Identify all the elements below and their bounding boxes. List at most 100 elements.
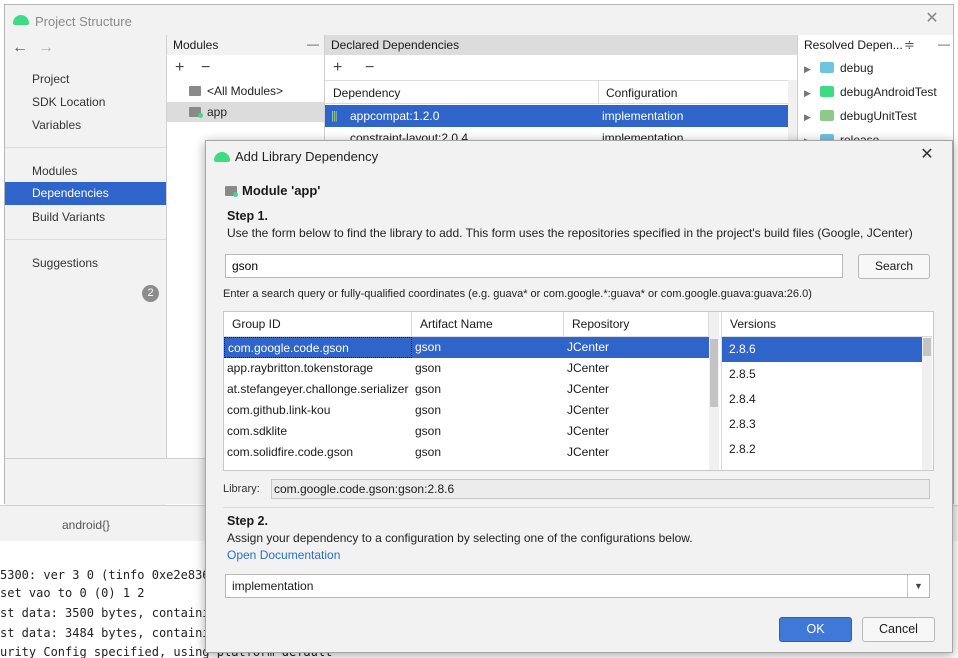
- cell-artifact: gson: [415, 445, 442, 459]
- add-module-icon[interactable]: +: [175, 60, 184, 76]
- column-versions: Versions: [722, 312, 932, 337]
- step2-title: Step 2.: [227, 514, 268, 528]
- version-item[interactable]: 2.8.6: [722, 337, 922, 362]
- expand-icon[interactable]: ▶: [804, 83, 820, 103]
- dependency-name: appcompat:1.2.0: [350, 109, 440, 123]
- search-button[interactable]: Search: [858, 254, 930, 279]
- version-item[interactable]: 2.8.2: [722, 437, 922, 462]
- close-icon[interactable]: ✕: [923, 10, 941, 28]
- chevron-down-icon[interactable]: ▼: [907, 575, 929, 597]
- resolved-header: Resolved Depen...: [798, 35, 953, 55]
- expand-icon[interactable]: ▶: [804, 59, 820, 79]
- collapse-all-icon[interactable]: ≑: [904, 37, 915, 53]
- back-arrow-icon[interactable]: ←: [12, 39, 28, 57]
- column-dependency[interactable]: Dependency: [333, 86, 400, 100]
- dependencies-column-headers: Dependency Configuration: [325, 80, 788, 104]
- expand-icon[interactable]: ▶: [804, 107, 820, 127]
- step1-title: Step 1.: [227, 209, 268, 223]
- suggestions-count-badge: 2: [142, 285, 159, 302]
- window-titlebar[interactable]: Project Structure ✕: [5, 5, 953, 35]
- variant-debug[interactable]: ▶ debug: [804, 58, 873, 78]
- scrollbar[interactable]: [922, 337, 932, 470]
- divider: [5, 239, 166, 240]
- module-icon: [189, 86, 201, 96]
- search-results: Group ID Artifact Name Repository com.go…: [223, 311, 934, 471]
- sidebar-item-build-variants[interactable]: Build Variants: [5, 206, 166, 229]
- forward-arrow-icon[interactable]: →: [38, 39, 54, 57]
- search-input[interactable]: [225, 254, 843, 278]
- ok-button[interactable]: OK: [779, 617, 852, 642]
- scrollbar-thumb[interactable]: [710, 339, 718, 407]
- sidebar-item-variables[interactable]: Variables: [5, 114, 166, 137]
- library-coordinates-field[interactable]: com.google.code.gson:gson:2.8.6: [271, 479, 930, 499]
- versions-list: Versions 2.8.6 2.8.5 2.8.4 2.8.3 2.8.2: [721, 312, 933, 470]
- version-item[interactable]: 2.8.4: [722, 387, 922, 412]
- android-dot-icon: [198, 113, 203, 118]
- folder-icon: [820, 86, 834, 97]
- variant-debug-android-test[interactable]: ▶ debugAndroidTest: [804, 82, 937, 102]
- minimize-icon[interactable]: —: [938, 37, 950, 51]
- cell-repository: JCenter: [567, 445, 610, 459]
- module-item-app[interactable]: app: [167, 102, 324, 122]
- table-row[interactable]: com.github.link-kou gson JCenter: [224, 400, 709, 421]
- column-group-id[interactable]: Group ID: [224, 312, 412, 337]
- minimize-icon[interactable]: —: [307, 37, 319, 51]
- column-repository[interactable]: Repository: [564, 312, 709, 337]
- android-dot-icon: [233, 192, 238, 197]
- library-table: Group ID Artifact Name Repository com.go…: [224, 312, 709, 470]
- add-library-dependency-dialog: Add Library Dependency ✕ Module 'app' St…: [205, 140, 953, 653]
- sidebar-item-suggestions[interactable]: Suggestions: [5, 252, 166, 275]
- divider: [223, 507, 934, 508]
- cell-artifact: gson: [415, 424, 442, 438]
- breadcrumb-android[interactable]: android{}: [62, 518, 110, 532]
- console-line: set vao to 0 (0) 1 2: [0, 586, 145, 600]
- variant-debug-unit-test[interactable]: ▶ debugUnitTest: [804, 106, 917, 126]
- folder-icon: [820, 110, 834, 121]
- dependency-configuration: implementation: [602, 109, 684, 123]
- table-row[interactable]: ||| appcompat:1.2.0 implementation: [325, 105, 788, 127]
- version-item[interactable]: 2.8.3: [722, 412, 922, 437]
- table-row[interactable]: app.raybritton.tokenstorage gson JCenter: [224, 358, 709, 379]
- variant-label: debugUnitTest: [840, 109, 917, 123]
- cell-group-id: com.solidfire.code.gson: [227, 445, 354, 459]
- column-artifact-name[interactable]: Artifact Name: [412, 312, 564, 337]
- table-row[interactable]: com.google.code.gson gson JCenter: [224, 337, 709, 358]
- console-line: st data: 3484 bytes, containin: [0, 626, 217, 640]
- library-label: Library:: [223, 483, 260, 495]
- variant-label: debugAndroidTest: [840, 85, 937, 99]
- column-configuration[interactable]: Configuration: [606, 86, 677, 100]
- cancel-button[interactable]: Cancel: [862, 617, 935, 642]
- close-icon[interactable]: ✕: [918, 146, 936, 164]
- sidebar-item-sdk-location[interactable]: SDK Location: [5, 91, 166, 114]
- table-row[interactable]: com.solidfire.code.gson gson JCenter: [224, 442, 709, 463]
- sidebar-item-modules[interactable]: Modules: [5, 160, 166, 183]
- remove-dependency-icon[interactable]: −: [365, 60, 374, 76]
- cell-repository: JCenter: [567, 403, 610, 417]
- add-dependency-icon[interactable]: +: [333, 60, 342, 76]
- cell-repository: JCenter: [567, 382, 610, 396]
- table-row[interactable]: com.sdklite gson JCenter: [224, 421, 709, 442]
- sidebar-item-dependencies[interactable]: Dependencies: [5, 182, 166, 205]
- module-item-all[interactable]: <All Modules>: [189, 81, 283, 101]
- module-heading: Module 'app': [242, 183, 321, 198]
- console-line: 5300: ver 3 0 (tinfo 0xe2e8369: [0, 568, 217, 582]
- module-label: app: [207, 105, 228, 119]
- version-item[interactable]: 2.8.5: [722, 362, 922, 387]
- console-line: st data: 3500 bytes, containin: [0, 606, 217, 620]
- remove-module-icon[interactable]: −: [201, 60, 210, 76]
- table-row[interactable]: at.stefangeyer.challonge.serializer gson…: [224, 379, 709, 400]
- sidebar: ← → Project SDK Location Variables Modul…: [5, 35, 166, 505]
- scrollbar-thumb[interactable]: [923, 338, 931, 356]
- cell-repository: JCenter: [567, 424, 610, 438]
- column-divider: [598, 81, 599, 104]
- dialog-title: Add Library Dependency: [235, 149, 379, 164]
- window-title: Project Structure: [35, 14, 132, 29]
- cell-artifact: gson: [415, 340, 442, 354]
- cell-group-id: at.stefangeyer.challonge.serializer: [227, 382, 409, 396]
- configuration-select[interactable]: implementation ▼: [225, 574, 930, 598]
- search-hint: Enter a search query or fully-qualified …: [223, 288, 812, 300]
- sidebar-item-project[interactable]: Project: [5, 68, 166, 91]
- android-icon: [13, 15, 29, 25]
- cell-artifact: gson: [415, 403, 442, 417]
- open-documentation-link[interactable]: Open Documentation: [227, 548, 340, 562]
